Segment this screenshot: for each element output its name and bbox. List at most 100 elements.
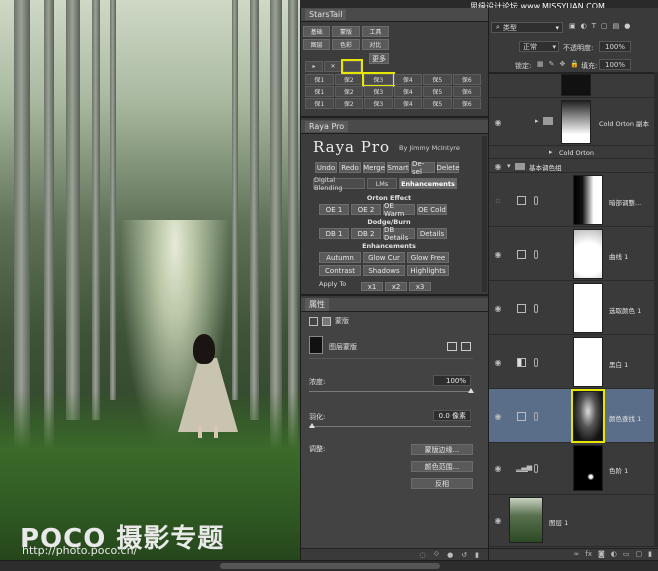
preset-cell[interactable]: 保6 — [452, 98, 481, 109]
eye-icon[interactable]: ◉ — [493, 303, 503, 313]
link-icon[interactable] — [534, 412, 538, 421]
preset-cell[interactable]: 保4 — [393, 98, 422, 109]
layer-row[interactable]: ◉ 图层 1 — [489, 495, 658, 547]
eye-icon[interactable]: ◉ — [493, 161, 503, 171]
eye-icon[interactable]: ◉ — [493, 515, 503, 525]
starstail-highlight-cell[interactable] — [341, 59, 363, 74]
selection-icon[interactable]: ◌ — [420, 551, 426, 559]
lock-move-icon[interactable]: ✥ — [560, 60, 566, 68]
filter-adjust-icon[interactable]: ◐ — [581, 22, 587, 30]
blend-mode-select[interactable]: 正常 ▾ — [519, 41, 559, 52]
link-icon[interactable] — [534, 304, 538, 313]
eye-hidden-icon[interactable]: ▫ — [493, 195, 503, 205]
starstail-btn-basic[interactable]: 基础 — [303, 26, 331, 37]
color-range-button[interactable]: 颜色范围... — [411, 461, 473, 472]
visibility-icon[interactable]: ● — [447, 551, 453, 559]
density-slider[interactable] — [309, 388, 474, 393]
preset-cell[interactable]: 保5 — [423, 74, 452, 85]
delete-button[interactable]: Delete — [437, 162, 460, 173]
eye-icon[interactable]: ◉ — [493, 411, 503, 421]
contrast-button[interactable]: Contrast — [319, 265, 361, 276]
feather-slider[interactable] — [309, 423, 471, 428]
mask-icon[interactable]: ◙ — [598, 550, 605, 558]
starstail-btn-tools[interactable]: 工具 — [361, 26, 389, 37]
pixel-mask-select-icon[interactable] — [447, 342, 457, 351]
preset-cell[interactable]: 保5 — [423, 98, 452, 109]
autumn-button[interactable]: Autumn — [319, 252, 361, 263]
horizontal-scrollbar[interactable] — [220, 563, 440, 569]
eye-icon[interactable]: ◉ — [493, 117, 503, 127]
mask-edge-button[interactable]: 蒙版边缘... — [411, 444, 473, 455]
opacity-field[interactable]: 100% — [599, 41, 631, 52]
layer-row-selected[interactable]: ◉ 颜色查找 1 — [489, 389, 658, 443]
raya-scrollbar[interactable] — [482, 136, 487, 292]
preset-cell[interactable]: 保4 — [393, 86, 422, 97]
tab-enhancements[interactable]: Enhancements — [399, 178, 457, 189]
folder-icon[interactable]: ▭ — [623, 550, 630, 558]
oe-warm-button[interactable]: OE Warm — [383, 202, 415, 218]
clip-icon[interactable]: ⟐ — [434, 550, 440, 559]
preset-cell[interactable]: 保5 — [423, 86, 452, 97]
preset-cell[interactable]: 保3 — [364, 98, 393, 109]
feather-slider-handle[interactable] — [309, 423, 315, 428]
oe1-button[interactable]: OE 1 — [319, 204, 349, 215]
layers-scrollbar[interactable] — [654, 72, 658, 546]
link-icon[interactable] — [534, 196, 538, 205]
lock-brush-icon[interactable]: ✎ — [549, 60, 555, 68]
reset-icon[interactable]: ↺ — [461, 551, 467, 559]
preset-cell[interactable]: 保6 — [452, 74, 481, 85]
smart-button[interactable]: Smart — [387, 162, 409, 173]
starstail-tab[interactable]: StarsTail — [301, 8, 489, 22]
layer-row[interactable]: ◉ 选取颜色 1 — [489, 281, 658, 335]
oe-cold-button[interactable]: OE Cold — [417, 204, 447, 215]
feather-value[interactable]: 0.0 像素 — [433, 410, 471, 421]
vector-mask-icon[interactable] — [322, 316, 331, 326]
chevron-right-icon[interactable]: ▸ — [535, 117, 539, 125]
layer-filter-select[interactable]: ⌕ 类型 ▾ — [491, 22, 563, 33]
undo-button[interactable]: Undo — [315, 162, 337, 173]
starstail-btn-layer[interactable]: 图层 — [303, 39, 331, 50]
shadows-button[interactable]: Shadows — [363, 265, 405, 276]
preset-cell[interactable]: 保3 — [364, 86, 393, 97]
db-details-button[interactable]: DB Details — [383, 226, 415, 242]
oe2-button[interactable]: OE 2 — [351, 204, 381, 215]
apply-x3-button[interactable]: x3 — [409, 282, 431, 291]
preset-cell[interactable]: 保2 — [334, 74, 363, 85]
chevron-right-icon[interactable]: ▸ — [549, 148, 553, 156]
merge-button[interactable]: Merge — [363, 162, 385, 173]
preset-cell[interactable]: 保4 — [393, 74, 422, 85]
properties-tab[interactable]: 属性 — [301, 298, 489, 312]
preset-cell[interactable]: 保2 — [334, 98, 363, 109]
tab-lms[interactable]: LMs — [367, 178, 397, 189]
close-icon[interactable]: ✕ — [324, 61, 342, 72]
lock-transparency-icon[interactable]: ▦ — [537, 60, 544, 68]
layer-row[interactable]: ▸ Cold Orton — [489, 146, 658, 159]
starstail-btn-mask[interactable]: 蒙版 — [332, 26, 360, 37]
chevron-down-icon[interactable]: ▾ — [507, 162, 511, 170]
layer-row[interactable]: ◉ ▁▃▅ 色阶 1 — [489, 443, 658, 495]
link-icon[interactable] — [534, 358, 538, 367]
eye-icon[interactable]: ◉ — [493, 357, 503, 367]
fx-icon[interactable]: fx — [585, 550, 592, 558]
layer-group-row[interactable]: ◉ ▾ 基本调色组 — [489, 159, 658, 173]
link-icon[interactable]: ∞ — [574, 550, 580, 558]
layer-row-top[interactable] — [489, 74, 658, 98]
highlights-button[interactable]: Highlights — [407, 265, 449, 276]
redo-button[interactable]: Redo — [339, 162, 361, 173]
trash-icon[interactable]: ▮ — [475, 551, 479, 559]
layer-row[interactable]: ▫ 暗部调整... — [489, 173, 658, 227]
play-icon[interactable]: ▸ — [305, 61, 323, 72]
filter-toggle-icon[interactable]: ● — [624, 22, 630, 30]
preset-cell-selected[interactable]: 保3 — [362, 72, 395, 87]
layer-row[interactable]: ◉ 黑白 1 — [489, 335, 658, 389]
eye-icon[interactable]: ◉ — [493, 249, 503, 259]
link-icon[interactable] — [534, 250, 538, 259]
preset-cell[interactable]: 保2 — [334, 86, 363, 97]
preset-cell[interactable]: 保1 — [305, 86, 334, 97]
layer-row[interactable]: ◉ 曲线 1 — [489, 227, 658, 281]
invert-button[interactable]: 反相 — [411, 478, 473, 489]
tab-digital-blending[interactable]: Digital Blending — [313, 176, 365, 192]
link-icon[interactable] — [534, 464, 538, 473]
pixel-mask-icon[interactable] — [309, 316, 318, 326]
filter-shape-icon[interactable]: ▢ — [601, 22, 608, 30]
